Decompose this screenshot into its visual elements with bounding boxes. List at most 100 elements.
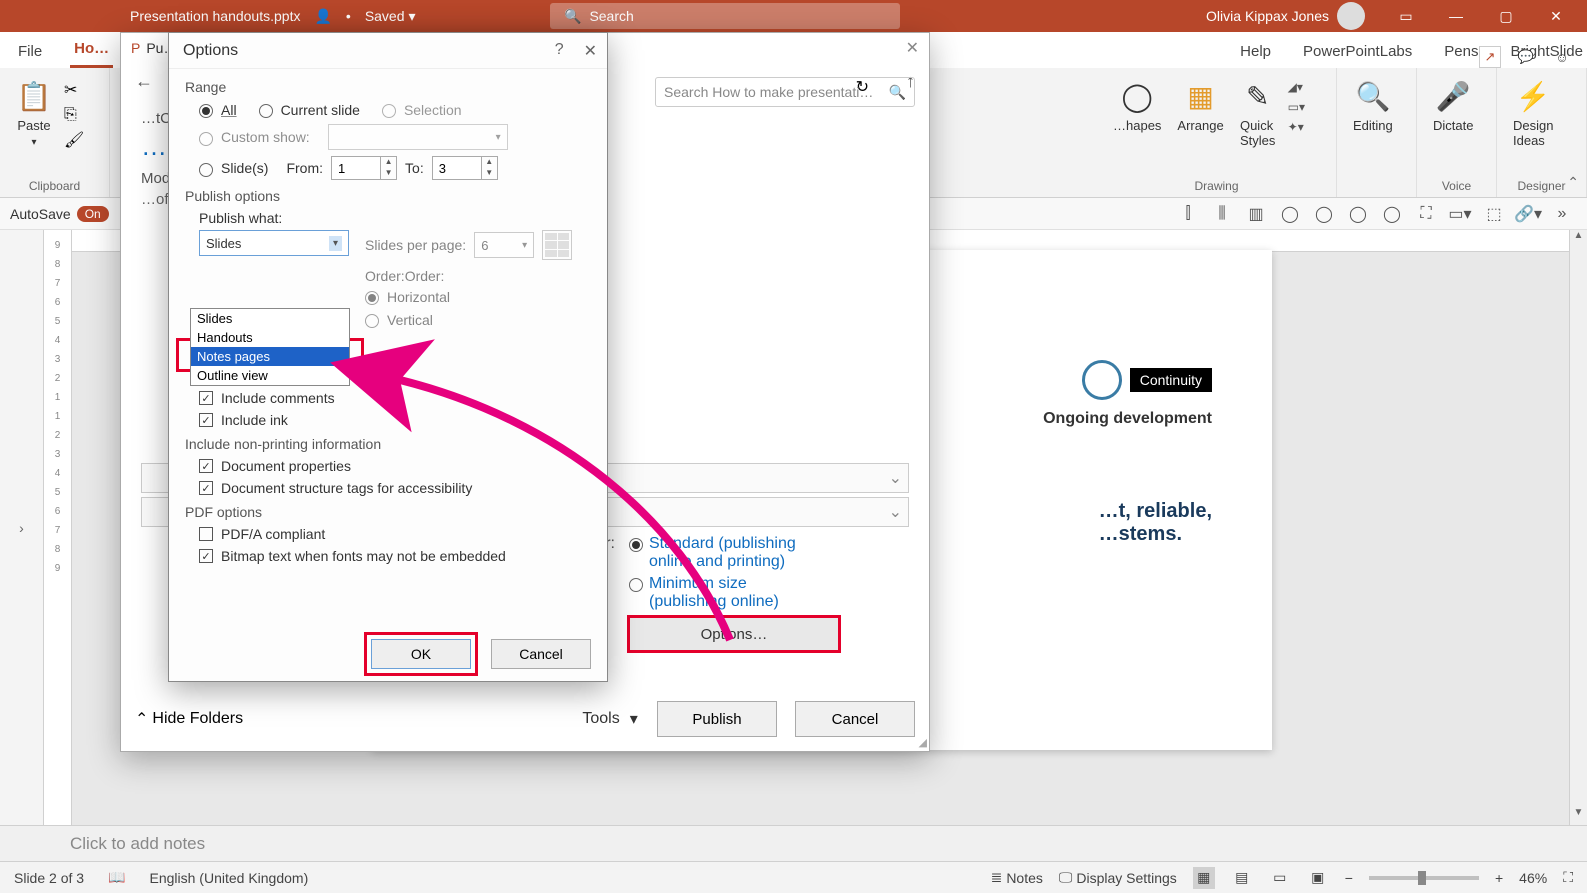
dropdown-item-slides[interactable]: Slides (191, 309, 349, 328)
radio-current[interactable] (259, 104, 273, 118)
nav-back-icon[interactable]: ← (135, 71, 153, 92)
qa-shape4-icon[interactable]: ◯ (1381, 203, 1403, 225)
qa-select-icon[interactable]: ⬚ (1483, 203, 1505, 225)
qa-shape2-icon[interactable]: ◯ (1313, 203, 1335, 225)
qa-align-icon[interactable]: ⫿ (1177, 203, 1199, 225)
from-spinner[interactable]: ▲▼ (331, 156, 397, 180)
qa-group-icon[interactable]: ▥ (1245, 203, 1267, 225)
qa-crop-icon[interactable]: ⛶ (1415, 203, 1437, 225)
language-status[interactable]: English (United Kingdom) (150, 870, 309, 886)
radio-minimum[interactable]: Minimum size(publishing online) (629, 575, 839, 611)
share-icon[interactable]: ↗ (1479, 46, 1501, 68)
autosave-toggle[interactable]: On (77, 206, 109, 222)
copy-icon[interactable]: ⎘ (64, 106, 84, 124)
paste-button[interactable]: 📋 Paste▾ (12, 74, 56, 152)
account-button[interactable]: Olivia Kippax Jones (1206, 2, 1365, 30)
ribbon-display-icon[interactable]: ▭ (1383, 0, 1429, 32)
cb-doc-structure[interactable] (199, 481, 213, 495)
shapes-button[interactable]: ◯…hapes (1109, 74, 1165, 137)
options-dialog-title: Options (183, 42, 238, 60)
qa-link-icon[interactable]: 🔗▾ (1517, 203, 1539, 225)
tab-home[interactable]: Ho… (70, 32, 113, 68)
quick-styles-button[interactable]: ✎Quick Styles (1236, 74, 1280, 152)
publish-close-icon[interactable]: ✕ (906, 38, 919, 58)
quick-styles-icon: ✎ (1240, 78, 1276, 114)
tab-file[interactable]: File (14, 35, 46, 68)
cb-doc-props[interactable] (199, 459, 213, 473)
cut-icon[interactable]: ✂ (64, 80, 84, 100)
notes-button[interactable]: ≣Notes (991, 869, 1043, 886)
shape-outline-icon[interactable]: ▭▾ (1288, 100, 1305, 114)
tools-menu[interactable]: Tools (582, 709, 637, 729)
save-status[interactable]: Saved▾ (365, 8, 416, 25)
radio-all[interactable] (199, 104, 213, 118)
cb-include-ink[interactable] (199, 413, 213, 427)
publish-what-select[interactable]: Slides▾ (199, 230, 349, 256)
ok-button[interactable]: OK (371, 639, 471, 669)
cb-include-comments[interactable] (199, 391, 213, 405)
scroll-up-icon[interactable]: ▲ (1570, 230, 1587, 248)
qa-distribute-icon[interactable]: ⫼ (1211, 203, 1233, 225)
zoom-level[interactable]: 46% (1519, 870, 1547, 886)
continuity-icon (1082, 360, 1122, 400)
section-pdf-options: PDF options (185, 504, 591, 520)
qa-shape1-icon[interactable]: ◯ (1279, 203, 1301, 225)
thumbnail-pane[interactable]: › (0, 230, 44, 825)
publish-cancel-button[interactable]: Cancel (795, 701, 915, 737)
slide-count[interactable]: Slide 2 of 3 (14, 870, 84, 886)
hide-folders-button[interactable]: ⌃Hide Folders (135, 709, 243, 729)
notes-pane[interactable]: Click to add notes (0, 825, 1587, 861)
qa-more-icon[interactable]: » (1551, 203, 1573, 225)
zoom-in-icon[interactable]: + (1495, 870, 1503, 886)
options-button[interactable]: Options… (629, 617, 839, 651)
radio-slides[interactable] (199, 163, 213, 177)
group-drawing: Drawing (1109, 179, 1324, 195)
display-settings-button[interactable]: 🖵Display Settings (1059, 869, 1177, 886)
section-publish-options: Publish options (185, 188, 591, 204)
search-box[interactable]: 🔍 Search (550, 3, 900, 29)
tab-help[interactable]: Help (1236, 35, 1275, 68)
to-spinner[interactable]: ▲▼ (432, 156, 498, 180)
qa-layer-icon[interactable]: ▭▾ (1449, 203, 1471, 225)
publish-search[interactable]: Search How to make presentati…🔍 (655, 77, 915, 107)
dictate-button[interactable]: 🎤Dictate (1429, 74, 1477, 137)
dropdown-item-notes-pages[interactable]: Notes pages (191, 347, 349, 366)
tab-powerpointlabs[interactable]: PowerPointLabs (1299, 35, 1416, 68)
cb-pdfa[interactable] (199, 527, 213, 541)
sorter-view-icon[interactable]: ▤ (1231, 867, 1253, 889)
smiley-icon[interactable]: ☺ (1551, 46, 1573, 68)
expand-thumbnails-icon[interactable]: › (19, 520, 24, 536)
close-button[interactable]: ✕ (1533, 0, 1579, 32)
slideshow-view-icon[interactable]: ▣ (1307, 867, 1329, 889)
tab-pens[interactable]: Pens (1440, 35, 1482, 68)
cancel-button[interactable]: Cancel (491, 639, 591, 669)
resize-grip-icon[interactable]: ◢ (919, 736, 927, 749)
reading-view-icon[interactable]: ▭ (1269, 867, 1291, 889)
fit-to-window-icon[interactable]: ⛶ (1563, 869, 1573, 886)
comments-icon[interactable]: 💬 (1515, 46, 1537, 68)
zoom-out-icon[interactable]: − (1345, 870, 1353, 886)
minimize-button[interactable]: — (1433, 0, 1479, 32)
normal-view-icon[interactable]: ▦ (1193, 867, 1215, 889)
cb-bitmap-text[interactable] (199, 549, 213, 563)
format-painter-icon[interactable]: 🖌 (64, 130, 84, 150)
vertical-scrollbar[interactable]: ▲ ▼ (1569, 230, 1587, 825)
scroll-down-icon[interactable]: ▼ (1570, 807, 1587, 825)
spellcheck-icon[interactable]: 📖 (108, 869, 125, 886)
arrange-button[interactable]: ▦Arrange (1173, 74, 1227, 137)
maximize-button[interactable]: ▢ (1483, 0, 1529, 32)
editing-button[interactable]: 🔍Editing (1349, 74, 1397, 137)
design-ideas-button[interactable]: ⚡Design Ideas (1509, 74, 1557, 152)
help-icon[interactable]: ? (555, 41, 564, 61)
shape-effects-icon[interactable]: ✦▾ (1288, 120, 1305, 134)
dropdown-item-outline[interactable]: Outline view (191, 366, 349, 385)
publish-button[interactable]: Publish (657, 701, 777, 737)
collapse-ribbon-icon[interactable]: ⌃ (1567, 174, 1579, 191)
options-close-icon[interactable]: ✕ (584, 41, 597, 61)
zoom-slider[interactable] (1369, 876, 1479, 880)
shape-fill-icon[interactable]: ◢▾ (1288, 80, 1305, 94)
radio-standard[interactable]: Standard (publishingonline and printing) (629, 535, 839, 571)
dropdown-item-handouts[interactable]: Handouts (191, 328, 349, 347)
qa-shape3-icon[interactable]: ◯ (1347, 203, 1369, 225)
group-clipboard: Clipboard (12, 179, 97, 195)
